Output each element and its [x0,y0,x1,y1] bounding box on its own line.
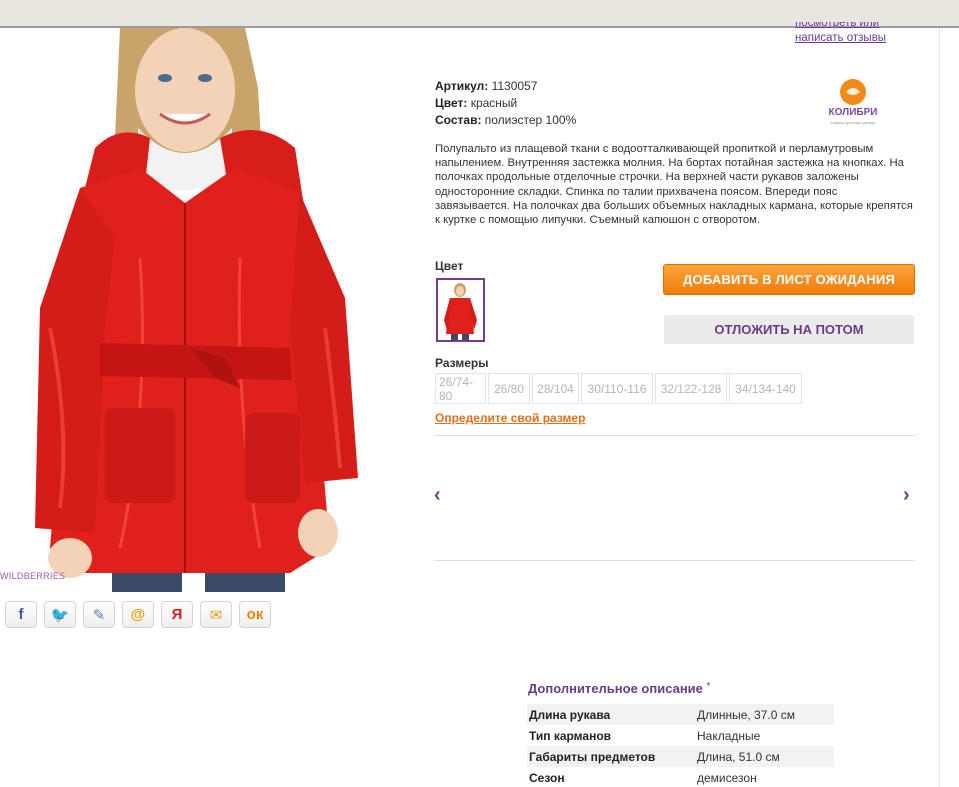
svg-text:модная детская одежда: модная детская одежда [831,120,876,125]
product-description: Полупальто из плащевой ткани с водооттал… [435,143,913,227]
table-row: Тип карманов Накладные [529,728,761,743]
reviews-links: посмотреть или написать отзывы [795,22,886,45]
save-for-later-button[interactable]: ОТЛОЖИТЬ НА ПОТОМ [664,315,914,344]
livejournal-icon[interactable]: ✎ [83,601,115,628]
facebook-icon[interactable]: f [5,601,37,628]
additional-description-title: Дополнительное описание * [528,681,711,696]
divider [435,560,915,561]
size-option[interactable]: 28/104 [532,373,579,404]
product-photo[interactable] [0,28,400,592]
size-option[interactable]: 30/110-116 [581,373,653,404]
size-option[interactable]: 34/134-140 [729,373,802,404]
add-to-waitlist-button[interactable]: ДОБАВИТЬ В ЛИСТ ОЖИДАНИЯ [663,264,915,295]
spec-color: Цвет: красный [435,96,518,110]
spec-composition: Состав: полиэстер 100% [435,113,577,127]
carousel-prev-icon[interactable]: ‹ [434,484,441,507]
photo-watermark: WILDBERRIES [0,571,66,581]
sizes-label: Размеры [435,356,489,370]
color-label: Цвет [435,259,464,273]
email-icon[interactable]: ✉ [200,601,232,628]
size-guide-link[interactable]: Определите свой размер [435,411,585,425]
mailru-icon[interactable]: @ [122,601,154,628]
product-specs: Артикул: 1130057 Цвет: красный Состав: п… [435,78,576,129]
divider [435,435,915,436]
size-option[interactable]: 26/80 [488,373,530,404]
share-bar: f 🐦 ✎ @ Я ✉ ок [5,601,271,628]
size-option[interactable]: 26/74-80 [435,373,486,404]
size-option[interactable]: 32/122-128 [655,373,727,404]
carousel-next-icon[interactable]: › [903,484,910,507]
yandex-icon[interactable]: Я [161,601,193,628]
view-reviews-link[interactable]: посмотреть или [795,22,886,32]
table-row: Сезон демисезон [529,770,757,785]
table-row: Длина рукава Длинные, 37.0 см [527,704,834,725]
write-review-link[interactable]: написать отзывы [795,32,886,45]
size-options: 26/74-80 26/80 28/104 30/110-116 32/122-… [435,373,802,404]
color-swatch-red[interactable] [436,278,485,342]
page-right-border [939,28,940,787]
additional-description-table: Длина рукава Длинные, 37.0 см Тип кармано… [527,704,834,787]
odnoklassniki-icon[interactable]: ок [239,601,271,628]
spec-article: Артикул: 1130057 [435,79,538,93]
twitter-icon[interactable]: 🐦 [44,601,76,628]
table-row: Габариты предметов Длина, 51.0 см [527,746,834,767]
brand-logo[interactable]: КОЛИБРИ модная детская одежда [822,78,884,128]
svg-text:КОЛИБРИ: КОЛИБРИ [829,107,878,118]
